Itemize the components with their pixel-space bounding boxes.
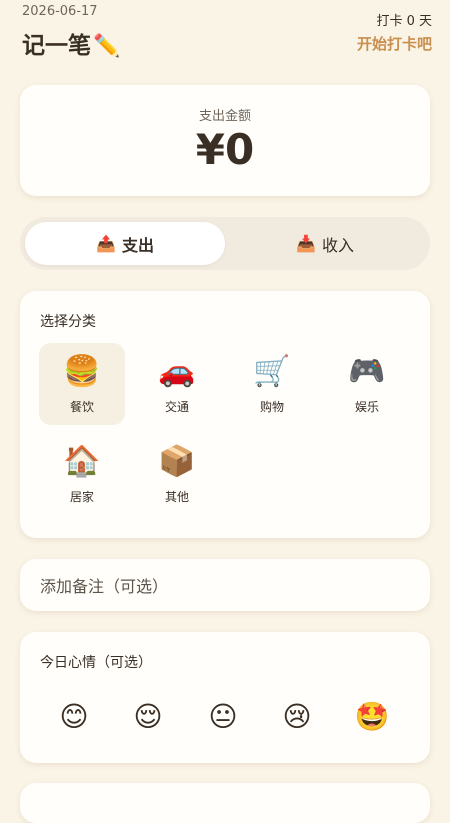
streak-counter: 打卡 0 天 (376, 14, 432, 29)
house-icon: 🏠 (63, 444, 101, 479)
category-transport[interactable]: 🚗 交通 (134, 343, 220, 425)
tab-expense[interactable]: 📤 支出 (25, 222, 225, 265)
app-title: 记一笔✏️ (22, 26, 120, 60)
next-section-card (20, 783, 430, 823)
amount-value[interactable]: ¥0 (20, 125, 430, 174)
date-label: 2026-06-17 (22, 4, 98, 19)
category-home[interactable]: 🏠 居家 (39, 433, 125, 515)
package-icon: 📦 (158, 444, 196, 479)
burger-icon: 🍔 (63, 354, 101, 389)
amount-card[interactable]: 支出金额 ¥0 (20, 85, 430, 196)
outbox-icon: 📤 (96, 234, 116, 253)
category-label: 其他 (164, 490, 189, 504)
mood-happy-icon[interactable]: 😊 (54, 697, 94, 737)
mood-starstruck-icon[interactable]: 🤩 (352, 697, 392, 737)
app-title-text: 记一笔 (22, 33, 91, 59)
start-checkin-link[interactable]: 开始打卡吧 (357, 33, 432, 54)
category-card: 选择分类 🍔 餐饮 🚗 交通 🛒 购物 🎮 娱乐 🏠 居家 📦 其他 (20, 291, 430, 538)
category-entertainment[interactable]: 🎮 娱乐 (324, 343, 410, 425)
category-section-title: 选择分类 (40, 314, 96, 330)
category-label: 餐饮 (69, 400, 94, 414)
amount-label: 支出金额 (198, 109, 251, 124)
transaction-type-toggle: 📤 支出 📥 收入 (20, 217, 430, 270)
tab-expense-label: 支出 (121, 235, 154, 255)
mood-neutral-icon[interactable]: 😐 (203, 697, 243, 737)
category-label: 居家 (69, 490, 94, 504)
note-input[interactable] (38, 569, 412, 603)
category-label: 娱乐 (354, 400, 379, 414)
mood-sad-icon[interactable]: 😢 (277, 697, 317, 737)
mood-card: 今日心情（可选） 😊 😌 😐 😢 🤩 (20, 632, 430, 763)
inbox-icon: 📥 (296, 234, 316, 253)
note-card (20, 559, 430, 611)
category-label: 交通 (164, 400, 189, 414)
header: 2026-06-17 记一笔✏️ 打卡 0 天 开始打卡吧 (0, 0, 450, 70)
gamepad-icon: 🎮 (348, 354, 386, 389)
category-label: 购物 (259, 400, 284, 414)
category-dining[interactable]: 🍔 餐饮 (39, 343, 125, 425)
mood-relieved-icon[interactable]: 😌 (128, 697, 168, 737)
pencil-icon: ✏️ (93, 34, 121, 59)
category-other[interactable]: 📦 其他 (134, 433, 220, 515)
shopping-cart-icon: 🛒 (253, 354, 291, 389)
category-shopping[interactable]: 🛒 购物 (229, 343, 315, 425)
tab-income[interactable]: 📥 收入 (225, 222, 425, 265)
car-icon: 🚗 (158, 354, 196, 389)
mood-section-title: 今日心情（可选） (40, 655, 152, 671)
tab-income-label: 收入 (321, 235, 354, 255)
